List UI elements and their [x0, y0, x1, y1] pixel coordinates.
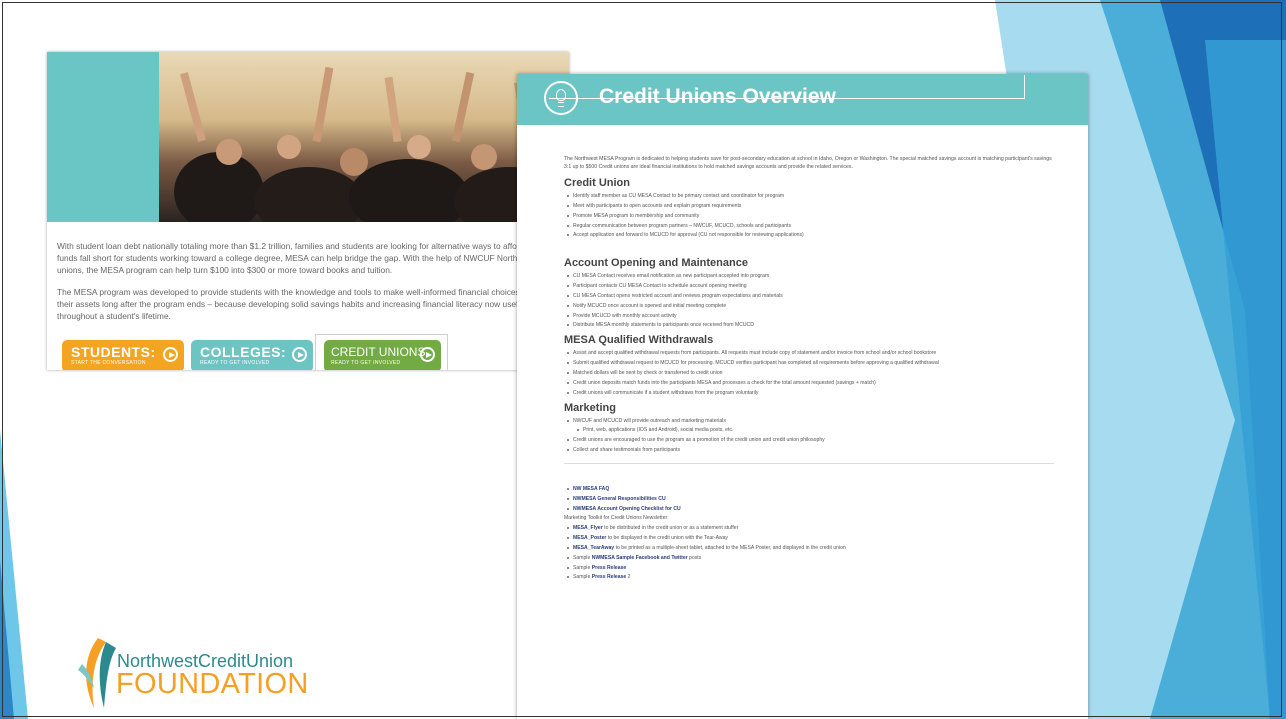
list-item: Distribute MESA monthly statements to pa…: [564, 322, 1054, 328]
toolkit-link[interactable]: NWMESA Sample Facebook and Twitter: [592, 555, 688, 561]
logo-text-line2: FOUNDATION: [116, 668, 309, 700]
link-account-checklist-label[interactable]: NWMESA Account Opening Checklist for CU: [573, 506, 681, 512]
photo-arm: [384, 76, 402, 143]
list-item: Submit qualified withdrawal request to M…: [564, 360, 1054, 366]
intro-paragraph-2: The MESA program was developed to provid…: [57, 286, 550, 322]
list-item: Print, web, applications (IOS and Androi…: [564, 427, 1054, 433]
list-item: Assist and accept qualified withdrawal r…: [564, 350, 1054, 356]
photo-arm: [180, 72, 206, 142]
toolkit-item: Sample Press Release: [564, 565, 1054, 571]
list-item: Regular communication between program pa…: [564, 223, 1054, 229]
list-item: Matched dollars will be sent by check or…: [564, 370, 1054, 376]
list-item: CU MESA Contact opens restricted account…: [564, 293, 1054, 299]
section-list: Identify staff member as CU MESA Contact…: [564, 193, 1054, 238]
photo-crowd-shape: [254, 167, 364, 222]
teal-band: [47, 52, 159, 222]
list-item: Identify staff member as CU MESA Contact…: [564, 193, 1054, 199]
list-item: Credit unions will communicate if a stud…: [564, 390, 1054, 396]
section-list: CU MESA Contact receives email notificat…: [564, 273, 1054, 328]
doc-header: Credit Unions Overview: [517, 74, 1088, 125]
list-item: Provide MCUCD with monthly account activ…: [564, 313, 1054, 319]
toolkit-text: 2: [626, 574, 631, 581]
photo-arm: [312, 66, 334, 143]
intro-text: With student loan debt nationally totali…: [57, 240, 562, 331]
doc-lead: The Northwest MESA Program is dedicated …: [564, 156, 1052, 170]
link-account-checklist[interactable]: NWMESA Account Opening Checklist for CU: [564, 506, 1054, 512]
list-item: Credit unions are encouraged to use the …: [564, 437, 1054, 443]
link-general-responsibilities-label[interactable]: NWMESA General Responsibilities CU: [573, 496, 666, 502]
list-item: Promote MESA program to membership and c…: [564, 213, 1054, 219]
list-item: NWCUF and MCUCD will provide outreach an…: [564, 418, 1054, 424]
toolkit-link[interactable]: MESA_TearAway: [573, 545, 614, 551]
toolkit-item: Sample Press Release 2: [564, 574, 1054, 580]
section-heading: MESA Qualified Withdrawals: [564, 334, 714, 347]
lightbulb-icon: [544, 81, 578, 115]
toolkit-prefix: Sample: [573, 554, 592, 561]
list-item: Notify MCUCD once account is opened and …: [564, 303, 1054, 309]
photo-crowd-shape: [174, 152, 264, 222]
link-faq[interactable]: NW MESA FAQ: [564, 486, 1054, 492]
photo-face: [216, 139, 242, 165]
toolkit-prefix: Sample: [573, 574, 592, 581]
list-item: Accept application and forward to MCUCD …: [564, 232, 1054, 238]
credit-unions-overview-page: Credit Unions Overview The Northwest MES…: [517, 74, 1088, 719]
foundation-logo-mark: [78, 638, 116, 708]
page-title: Credit Unions Overview: [599, 85, 836, 108]
lightbulb-glass: [556, 89, 566, 101]
photo-face: [277, 135, 301, 159]
doc-body: The Northwest MESA Program is dedicated …: [564, 156, 1054, 584]
play-icon: [420, 347, 435, 362]
toolkit-item: Sample NWMESA Sample Facebook and Twitte…: [564, 555, 1054, 561]
section-heading: Marketing: [564, 401, 616, 414]
toolkit-text: to be printed as a multiple-sheet tablet…: [614, 544, 846, 551]
photo-crowd-shape: [349, 159, 469, 222]
toolkit-link[interactable]: MESA_Poster: [573, 535, 606, 541]
list-item: Credit union deposits match funds into t…: [564, 380, 1054, 386]
lightbulb-base: [558, 102, 564, 107]
list-item: Meet with participants to open accounts …: [564, 203, 1054, 209]
resource-links: NW MESA FAQ NWMESA General Responsibilit…: [564, 486, 1054, 512]
section-list: Assist and accept qualified withdrawal r…: [564, 350, 1054, 396]
logo-teal-leaf: [99, 642, 116, 708]
play-icon: [163, 347, 178, 362]
section-list: NWCUF and MCUCD will provide outreach an…: [564, 418, 1054, 453]
photo-face: [471, 144, 497, 170]
graduates-photo-shapes: [174, 66, 564, 222]
photo-arm: [451, 71, 475, 143]
toolkit-link[interactable]: MESA_Flyer: [573, 525, 603, 531]
section-heading: Credit Union: [564, 177, 630, 190]
graduates-photo: [159, 52, 569, 222]
colleges-button[interactable]: COLLEGES: READY TO GET INVOLVED: [191, 340, 313, 370]
photo-face: [407, 135, 431, 159]
toolkit-list: MESA_Flyer to be distributed in the cred…: [564, 525, 1054, 580]
mesa-homepage-screenshot: With student loan debt nationally totali…: [47, 52, 569, 370]
list-item: CU MESA Contact receives email notificat…: [564, 273, 1054, 279]
toolkit-label: Marketing Toolkit for Credit Unions News…: [564, 515, 669, 522]
intro-paragraph-1: With student loan debt nationally totali…: [57, 241, 558, 276]
toolkit-item: MESA_Poster to be displayed in the credi…: [564, 535, 1054, 541]
list-item: Collect and share testimonials from part…: [564, 447, 1054, 453]
toolkit-text: posts: [687, 554, 702, 561]
play-icon: [292, 347, 307, 362]
toolkit-item: MESA_Flyer to be distributed in the cred…: [564, 525, 1054, 531]
toolkit-link[interactable]: Press Release: [592, 565, 627, 571]
link-faq-label[interactable]: NW MESA FAQ: [573, 486, 609, 492]
toolkit-link[interactable]: Press Release: [592, 574, 627, 580]
list-item: Participant contacts CU MESA Contact to …: [564, 283, 1054, 289]
toolkit-text: to be displayed in the credit union with…: [606, 535, 728, 542]
toolkit-prefix: Sample: [573, 564, 592, 571]
credit-unions-button[interactable]: CREDIT UNIONS READY TO GET INVOLVED: [324, 340, 441, 370]
section-heading: Account Opening and Maintenance: [564, 257, 748, 270]
toolkit-text: to be distributed in the credit union or…: [602, 525, 739, 532]
students-button[interactable]: STUDENTS: START THE CONVERSATION: [62, 340, 184, 370]
divider: [564, 462, 1054, 464]
slide: With student loan debt nationally totali…: [0, 0, 1286, 719]
link-general-responsibilities[interactable]: NWMESA General Responsibilities CU: [564, 496, 1054, 502]
photo-face: [340, 148, 368, 176]
toolkit-item: MESA_TearAway to be printed as a multipl…: [564, 545, 1054, 551]
